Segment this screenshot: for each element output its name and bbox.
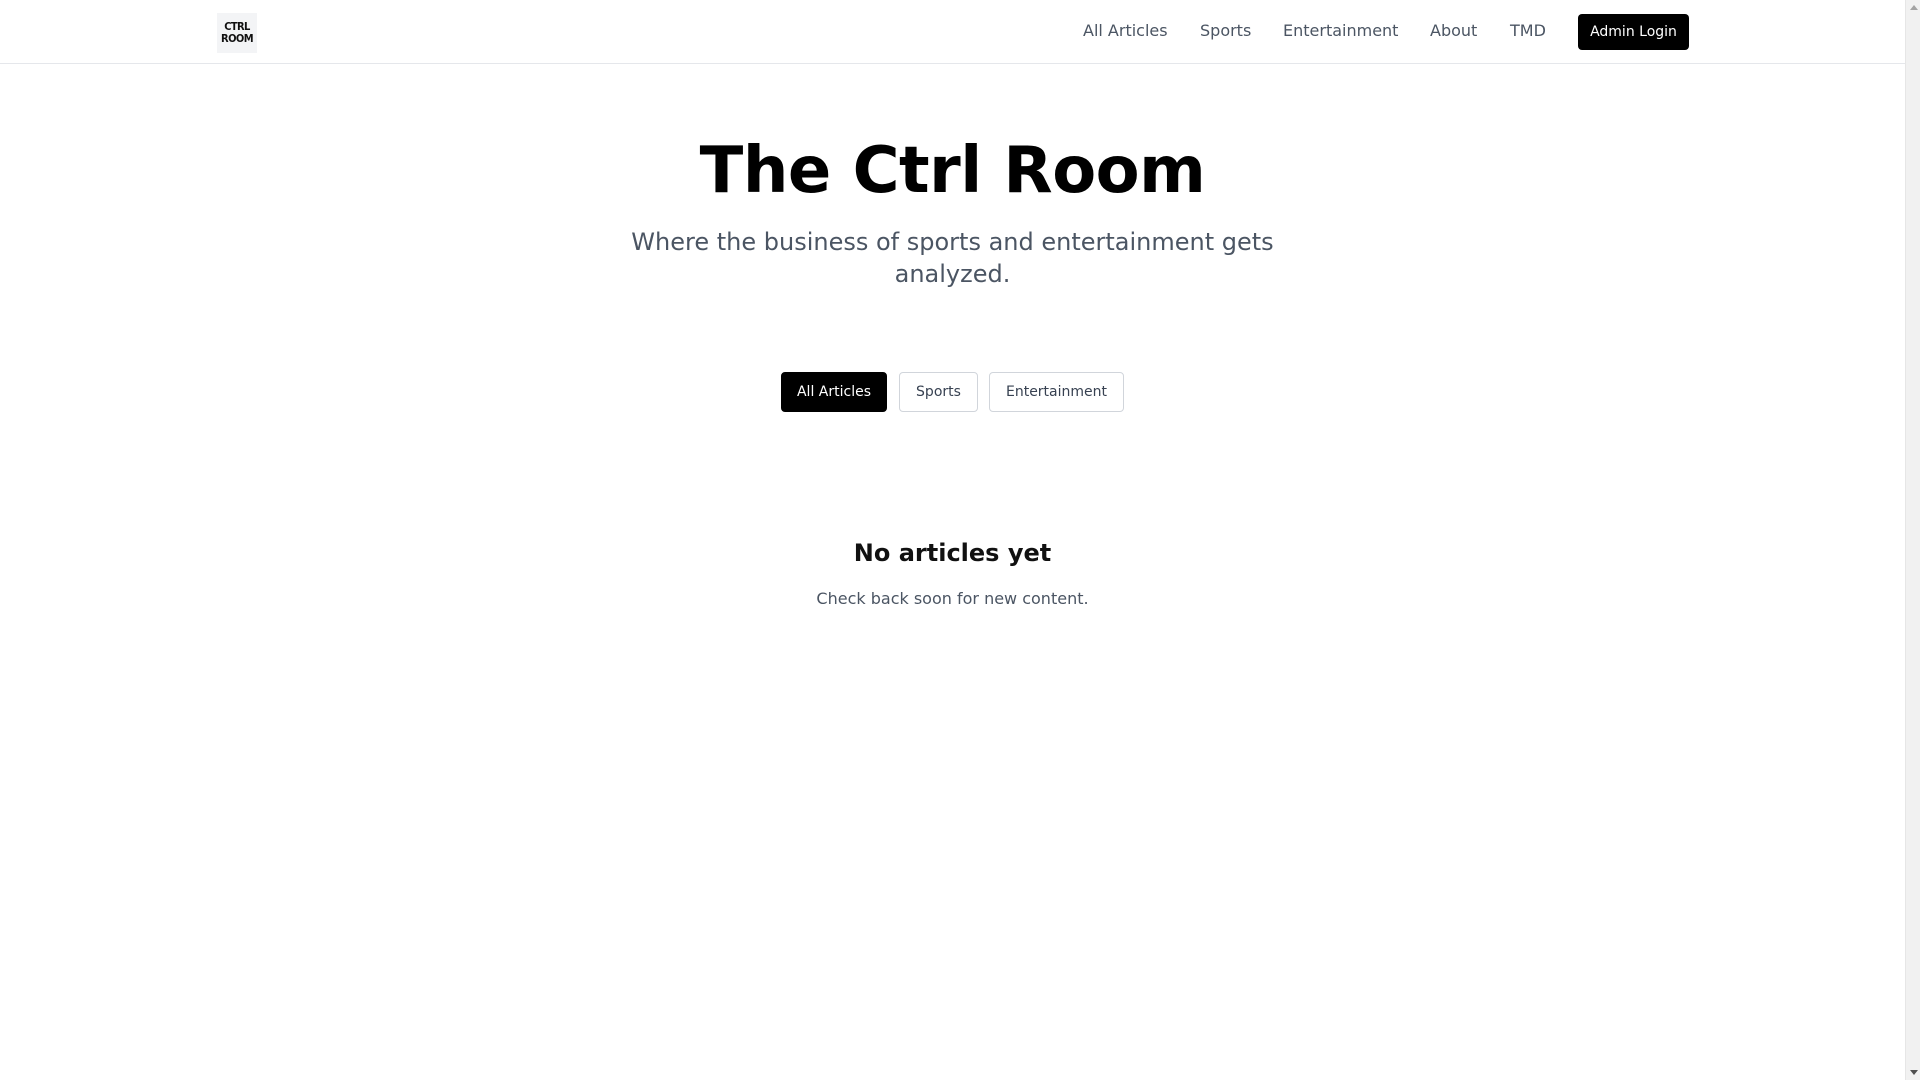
filter-sports[interactable]: Sports xyxy=(899,372,978,412)
scroll-up-arrow-icon[interactable] xyxy=(1910,5,1918,10)
empty-state-text: Check back soon for new content. xyxy=(816,589,1089,608)
filter-entertainment[interactable]: Entertainment xyxy=(989,372,1124,412)
nav-link-about[interactable]: About xyxy=(1430,21,1477,40)
logo-line-2: ROOM xyxy=(221,32,254,45)
nav-link-sports[interactable]: Sports xyxy=(1200,21,1251,40)
nav-link-tmd[interactable]: TMD xyxy=(1510,21,1546,40)
admin-login-button[interactable]: Admin Login xyxy=(1578,14,1689,50)
empty-state-title: No articles yet xyxy=(853,539,1052,567)
page-subtitle: Where the business of sports and enterta… xyxy=(631,228,1274,288)
page: CTRL ROOM All Articles Sports Entertainm… xyxy=(0,0,1905,1080)
site-header: CTRL ROOM All Articles Sports Entertainm… xyxy=(0,0,1905,64)
vertical-scrollbar[interactable] xyxy=(1905,0,1920,1080)
site-logo[interactable]: CTRL ROOM xyxy=(217,13,257,53)
nav-link-entertainment[interactable]: Entertainment xyxy=(1283,21,1398,40)
filter-all-articles[interactable]: All Articles xyxy=(781,372,887,412)
page-title: The Ctrl Room xyxy=(699,134,1206,208)
scroll-down-arrow-icon[interactable] xyxy=(1910,1070,1918,1075)
nav-link-all-articles[interactable]: All Articles xyxy=(1083,21,1168,40)
